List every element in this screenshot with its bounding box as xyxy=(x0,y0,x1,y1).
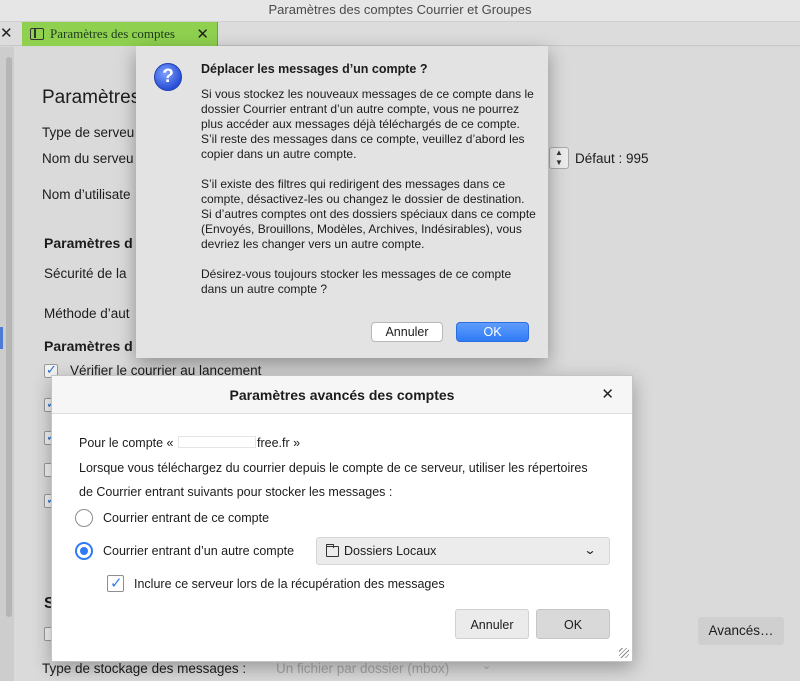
description-line-1: Lorsque vous téléchargez du courrier dep… xyxy=(79,461,588,475)
account-prefix: Pour le compte « xyxy=(79,436,174,450)
tab-label: Paramètres des comptes xyxy=(50,26,175,41)
cancel-button[interactable]: Annuler xyxy=(455,609,529,639)
default-port-label: Défaut : 995 xyxy=(575,151,649,166)
security-heading: Paramètres d xyxy=(44,235,133,251)
radio-other-account[interactable] xyxy=(75,542,93,560)
storage-type-label: Type de stockage des messages : xyxy=(42,661,247,676)
dialog-close-icon[interactable]: ✕ xyxy=(601,376,614,414)
description-line-2: de Courrier entrant suivants pour stocke… xyxy=(79,485,393,499)
server-settings-heading: Paramètres d xyxy=(44,338,133,354)
sidebar-icon xyxy=(30,28,44,40)
account-line: Pour le compte « free.fr » xyxy=(79,436,300,450)
scrollbar[interactable] xyxy=(6,57,12,617)
chevron-down-icon: ⌄ xyxy=(583,543,597,557)
radio-this-account-label: Courrier entrant de ce compte xyxy=(103,511,270,525)
alert-cancel-button[interactable]: Annuler xyxy=(371,322,443,342)
move-messages-alert: ? Déplacer les messages d’un compte ? Si… xyxy=(136,46,548,358)
include-server-checkbox[interactable] xyxy=(107,574,124,592)
advanced-button[interactable]: Avancés… xyxy=(698,617,784,645)
dialog-header: Paramètres avancés des comptes ✕ xyxy=(52,376,632,414)
page-title: Paramètres xyxy=(42,87,141,108)
radio-other-account-label: Courrier entrant d’un autre compte xyxy=(103,544,295,558)
include-server-label: Inclure ce serveur lors de la récupérati… xyxy=(134,577,445,591)
tab-strip: ✕ Paramètres des comptes ✕ xyxy=(0,22,800,46)
account-suffix: free.fr » xyxy=(256,436,301,450)
folder-icon xyxy=(326,544,339,557)
advanced-settings-dialog: Paramètres avancés des comptes ✕ Pour le… xyxy=(51,375,633,662)
tab-close-icon[interactable]: ✕ xyxy=(196,25,209,43)
tab-account-settings[interactable]: Paramètres des comptes ✕ xyxy=(22,22,218,46)
question-icon: ? xyxy=(154,63,182,91)
resize-grip-icon[interactable] xyxy=(619,648,629,658)
port-stepper[interactable]: ▲ ▼ xyxy=(549,147,569,169)
server-name-label: Nom du serveu xyxy=(42,151,134,166)
storage-type-select[interactable]: Un fichier par dossier (mbox) xyxy=(276,661,449,676)
radio-this-account[interactable] xyxy=(75,509,93,527)
folder-select-value: Dossiers Locaux xyxy=(344,544,437,558)
close-icon[interactable]: ✕ xyxy=(0,24,14,42)
folder-select[interactable]: Dossiers Locaux ⌄ xyxy=(316,537,610,565)
window-title: Paramètres des comptes Courrier et Group… xyxy=(0,0,800,22)
alert-body: Si vous stockez les nouveaux messages de… xyxy=(201,87,536,296)
server-type-label: Type de serveu xyxy=(42,125,135,140)
alert-title: Déplacer les messages d’un compte ? xyxy=(201,62,428,76)
account-name-redacted xyxy=(177,436,256,448)
auth-method-label: Méthode d’aut xyxy=(44,306,130,321)
ok-button[interactable]: OK xyxy=(536,609,610,639)
alert-ok-button[interactable]: OK xyxy=(456,322,529,342)
selection-marker xyxy=(0,327,3,349)
dialog-title: Paramètres avancés des comptes xyxy=(229,387,455,403)
username-label: Nom d’utilisate xyxy=(42,187,131,202)
security-label: Sécurité de la xyxy=(44,266,127,281)
